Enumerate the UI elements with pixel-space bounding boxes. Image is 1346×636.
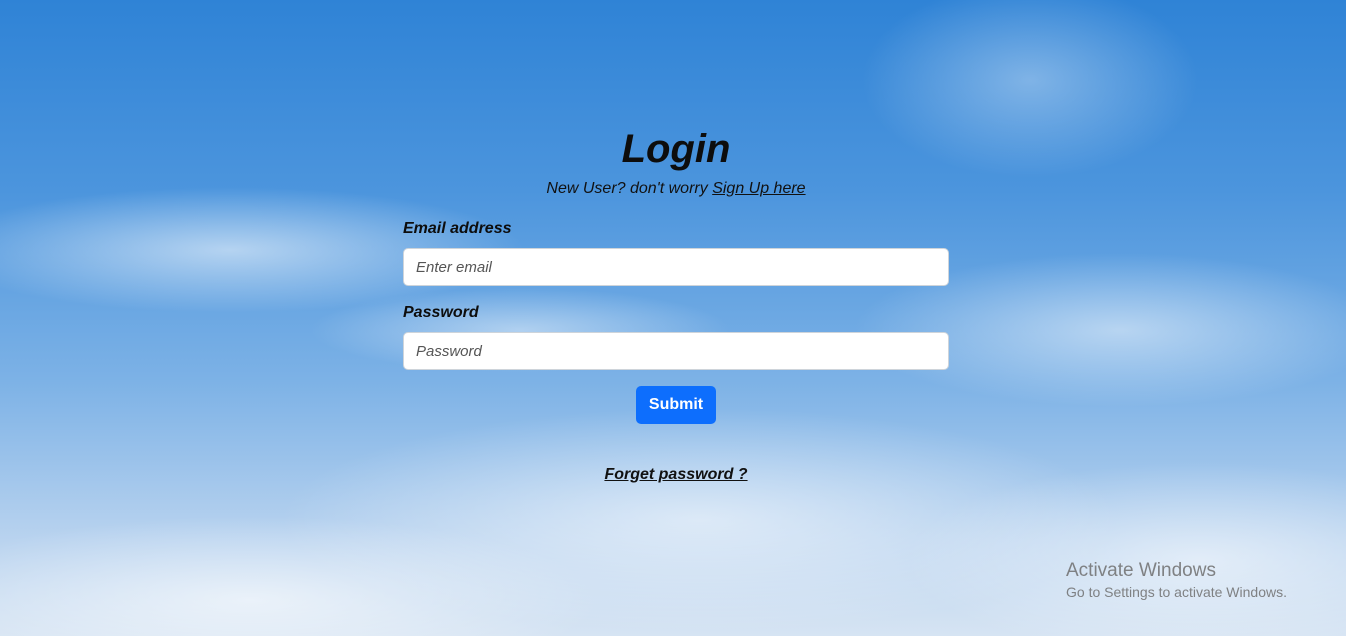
page-title: Login xyxy=(621,127,731,171)
forget-password-link[interactable]: Forget password ? xyxy=(604,466,747,483)
signup-prompt-text: New User? don't worry xyxy=(546,180,713,197)
signup-link[interactable]: Sign Up here xyxy=(712,180,805,197)
submit-button[interactable]: Submit xyxy=(636,386,716,424)
forget-row: Forget password ? xyxy=(403,466,949,484)
login-form: Login New User? don't worry Sign Up here… xyxy=(403,120,949,484)
watermark-title: Activate Windows xyxy=(1066,560,1216,581)
email-field[interactable] xyxy=(403,248,949,286)
password-label: Password xyxy=(403,304,479,321)
submit-row: Submit xyxy=(403,386,949,424)
email-label: Email address xyxy=(403,220,512,237)
signup-prompt: New User? don't worry Sign Up here xyxy=(403,180,949,204)
activate-windows-watermark: Activate Windows Go to Settings to activ… xyxy=(1066,559,1287,601)
password-field[interactable] xyxy=(403,332,949,370)
watermark-subtitle: Go to Settings to activate Windows. xyxy=(1066,584,1287,600)
